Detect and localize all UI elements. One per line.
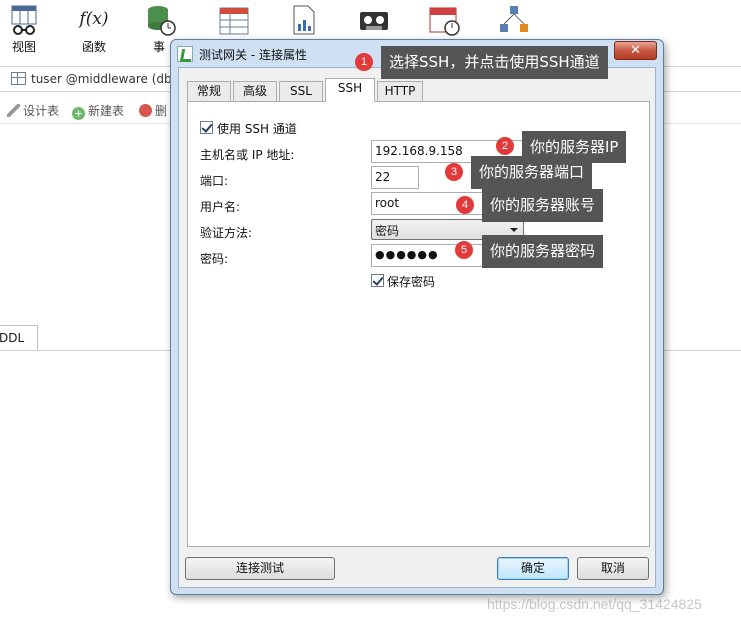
toolbar-report-button[interactable] [204,4,264,38]
password-label: 密码: [200,252,229,266]
delete-table-button[interactable]: 删 [139,102,167,119]
toolbar-function-button[interactable]: f(x) 函数 [64,4,124,55]
chevron-down-icon [510,228,518,232]
use-ssh-checkbox[interactable] [200,121,213,134]
plus-icon: + [72,107,85,120]
new-table-button[interactable]: + 新建表 [72,102,124,120]
navicat-icon [177,46,193,62]
auth-method-value: 密码 [375,224,400,238]
design-table-button[interactable]: 设计表 [7,102,59,119]
annotation-badge-3: 3 [445,163,463,181]
test-connection-button[interactable]: 连接测试 [185,557,335,580]
chart-icon [288,4,320,36]
schedule-icon [428,4,460,36]
annotation-badge-2: 2 [496,137,514,155]
toolbar-view-label: 视图 [11,40,36,54]
connection-properties-dialog: 测试网关 - 连接属性 ✕ 常规 高级 SSL SSH HTTP 使用 SSH … [170,39,664,595]
annotation-callout-1: 选择SSH，并点击使用SSH通道 [381,46,608,79]
toolbar-backup-button[interactable] [344,4,404,38]
annotation-badge-5: 5 [455,241,473,259]
connection-path-text: tuser @middleware (db [31,72,172,86]
tab-http[interactable]: HTTP [377,81,423,102]
toolbar-schedule-button[interactable] [414,4,474,38]
auth-method-label: 验证方法: [200,226,253,240]
backup-icon [358,4,390,36]
tab-ssl[interactable]: SSL [279,81,323,102]
host-label: 主机名或 IP 地址: [200,148,295,162]
annotation-callout-4: 你的服务器账号 [482,189,604,222]
toolbar-model-button[interactable] [484,4,544,38]
close-button[interactable]: ✕ [614,41,657,60]
annotation-callout-5: 你的服务器密码 [482,235,604,268]
toolbar-chart-button[interactable] [274,4,334,38]
minus-icon [139,104,152,117]
ok-button[interactable]: 确定 [497,557,569,580]
tab-ssh[interactable]: SSH [325,78,375,102]
tab-ddl-label: DDL [0,331,25,345]
watermark: https://blog.csdn.net/qq_31424825 [487,596,702,612]
tab-general[interactable]: 常规 [187,81,231,102]
model-icon [498,4,530,36]
toolbar-view-button[interactable]: 视图 [0,4,54,55]
table-icon [11,72,26,85]
annotation-badge-4: 4 [456,196,474,214]
cancel-button[interactable]: 取消 [577,557,649,580]
use-ssh-label: 使用 SSH 通道 [217,122,297,136]
event-icon [144,4,176,36]
username-label: 用户名: [200,200,241,214]
dialog-title: 测试网关 - 连接属性 [199,48,307,62]
annotation-badge-1: 1 [355,53,373,71]
toolbar-function-label: 函数 [81,40,106,54]
tab-ddl[interactable]: DDL [0,325,38,351]
new-table-label: 新建表 [88,104,125,118]
save-password-label: 保存密码 [387,275,436,289]
delete-table-label: 删 [155,104,168,118]
design-table-label: 设计表 [23,104,60,118]
report-icon [218,4,250,36]
save-password-checkbox[interactable] [371,274,384,287]
port-label: 端口: [200,174,229,188]
tab-advanced[interactable]: 高级 [233,81,277,102]
view-icon [8,4,40,36]
port-input[interactable]: 22 [371,166,419,189]
function-icon: f(x) [79,9,109,29]
annotation-callout-3: 你的服务器端口 [471,156,593,189]
pencil-icon [7,104,20,117]
